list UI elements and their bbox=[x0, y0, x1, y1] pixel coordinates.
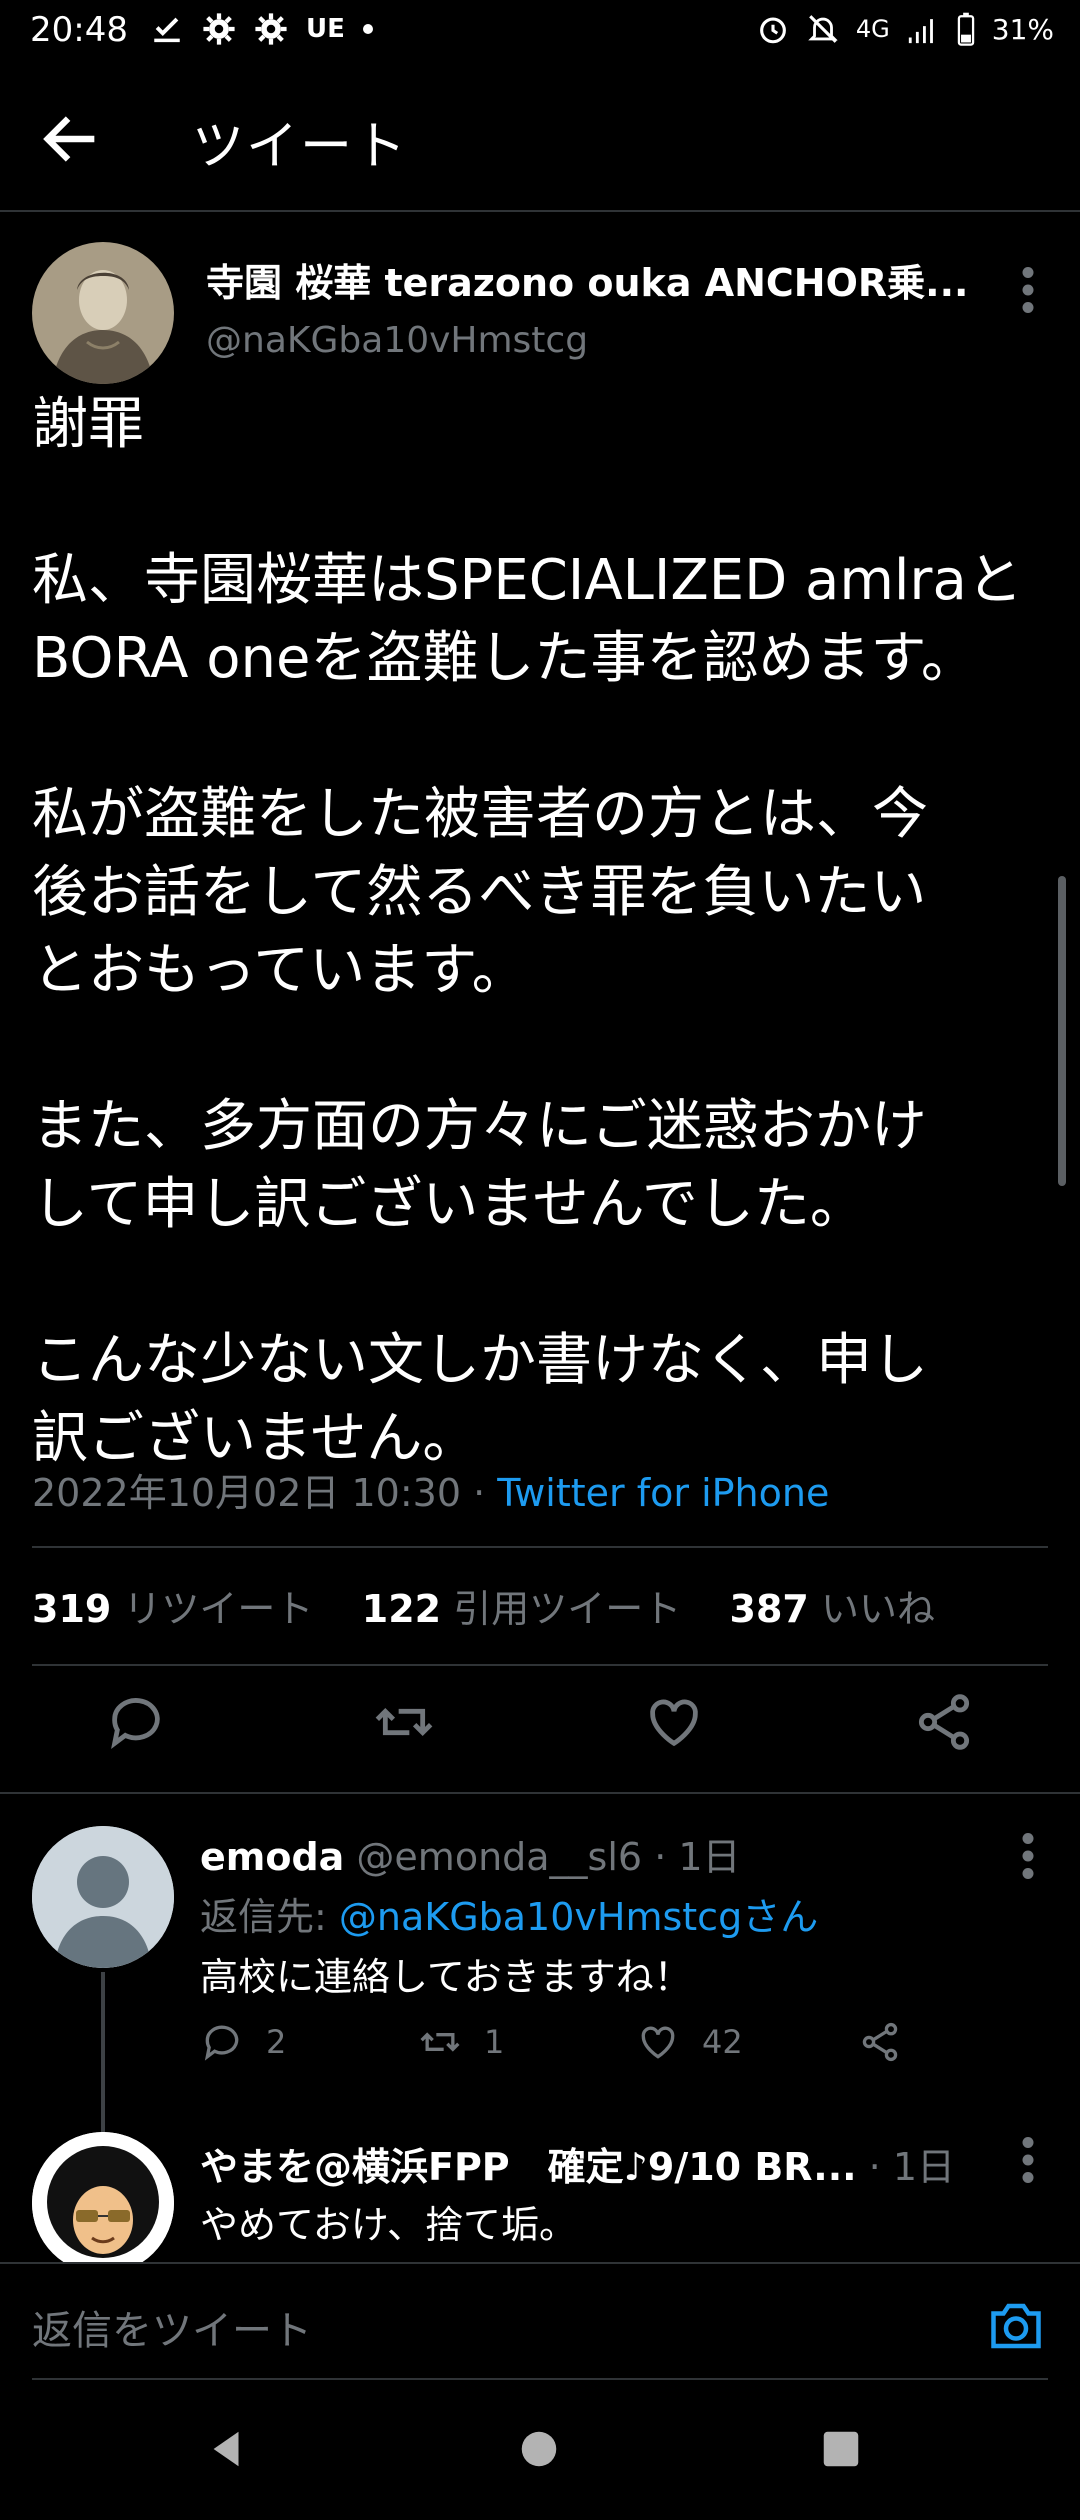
retweet-label: リツイート bbox=[123, 1587, 314, 1631]
reply-to-link[interactable]: @naKGba10vHmstcgさん bbox=[339, 1895, 818, 1939]
app-header: ツイート bbox=[0, 66, 1080, 212]
reply-composer: 返信をツイート bbox=[0, 2262, 1080, 2384]
check-icon bbox=[154, 17, 180, 43]
tweet-meta: 2022年10月02日 10:30 · Twitter for iPhone bbox=[32, 1462, 829, 1517]
nav-back-icon[interactable] bbox=[204, 2426, 250, 2472]
status-bar: 20:48 UE 4G 31% bbox=[0, 0, 1080, 66]
gear-icon bbox=[203, 13, 235, 45]
meta-separator: · bbox=[473, 1471, 486, 1515]
reply-icon[interactable] bbox=[104, 1690, 168, 1754]
more-options-icon[interactable] bbox=[1010, 260, 1046, 320]
share-icon[interactable] bbox=[912, 1690, 976, 1754]
reply-share-action[interactable] bbox=[858, 2020, 902, 2064]
reply-to-line: 返信先: @naKGba10vHmstcgさん bbox=[200, 1886, 818, 1941]
divider bbox=[0, 1792, 1080, 1794]
author-avatar[interactable] bbox=[32, 242, 174, 384]
share-icon[interactable] bbox=[858, 2020, 902, 2064]
like-icon[interactable] bbox=[636, 2020, 680, 2064]
reply-actions: 2 1 42 bbox=[200, 2020, 960, 2076]
carrier-text: UE bbox=[306, 14, 345, 44]
tweet-actions bbox=[0, 1690, 1080, 1780]
reply-to-label: 返信先: bbox=[200, 1895, 327, 1939]
reply-input[interactable]: 返信をツイート bbox=[32, 2298, 312, 2356]
quote-label: 引用ツイート bbox=[453, 1587, 682, 1631]
reply-text: 高校に連絡しておきますね！ bbox=[200, 1955, 692, 1999]
thread-line bbox=[101, 1972, 105, 2134]
divider bbox=[32, 1546, 1048, 1548]
like-stat[interactable]: 387 いいね bbox=[730, 1587, 935, 1631]
like-count: 387 bbox=[729, 1587, 809, 1631]
status-time: 20:48 bbox=[30, 10, 128, 50]
network-label: 4G bbox=[855, 15, 890, 43]
quote-count: 122 bbox=[361, 1587, 442, 1631]
author-name[interactable]: 寺園 桜華 terazono ouka ANCHOR乗... bbox=[206, 252, 966, 307]
reply-time: · 1日 bbox=[868, 2145, 956, 2189]
reply-reply-count: 2 bbox=[266, 2023, 287, 2061]
status-right-icons: 4G 31% bbox=[756, 12, 1054, 46]
reply-author-handle[interactable]: @emonda__sl6 bbox=[356, 1835, 642, 1879]
reply-avatar[interactable] bbox=[32, 2132, 174, 2274]
more-options-icon[interactable] bbox=[1010, 1826, 1046, 1886]
status-left-icons: UE bbox=[150, 12, 373, 46]
reply-reply-action[interactable]: 2 bbox=[200, 2020, 286, 2064]
reply-avatar[interactable] bbox=[32, 1826, 174, 1968]
system-nav-bar bbox=[0, 2382, 1080, 2520]
reply-like-action[interactable]: 42 bbox=[636, 2020, 743, 2064]
like-label: いいね bbox=[820, 1587, 935, 1631]
dot-icon bbox=[362, 24, 373, 34]
gear-icon bbox=[255, 13, 287, 45]
more-options-icon[interactable] bbox=[1010, 2130, 1046, 2190]
battery-icon bbox=[957, 12, 974, 46]
battery-percent: 31% bbox=[991, 12, 1054, 46]
reply-text: やめておけ、捨て垢。 bbox=[200, 2203, 577, 2247]
retweet-icon[interactable] bbox=[418, 2020, 462, 2064]
reply-like-count: 42 bbox=[702, 2023, 743, 2061]
tweet-source-link[interactable]: Twitter for iPhone bbox=[497, 1471, 829, 1515]
reply-retweet-count: 1 bbox=[484, 2023, 505, 2061]
tweet-timestamp[interactable]: 2022年10月02日 10:30 bbox=[32, 1471, 461, 1515]
retweet-icon[interactable] bbox=[372, 1690, 436, 1754]
page-title: ツイート bbox=[192, 117, 409, 177]
author-handle[interactable]: @naKGba10vHmstcg bbox=[206, 320, 588, 361]
reply-header: emoda @emonda__sl6 · 1日 bbox=[200, 1826, 741, 1881]
camera-icon[interactable] bbox=[984, 2296, 1048, 2356]
quote-stat[interactable]: 122 引用ツイート bbox=[362, 1587, 681, 1631]
back-arrow-icon[interactable] bbox=[36, 104, 106, 174]
mute-bell-icon bbox=[808, 15, 838, 43]
nav-recents-icon[interactable] bbox=[818, 2426, 864, 2472]
reply-time: · 1日 bbox=[654, 1835, 741, 1879]
composer-underline bbox=[32, 2378, 1048, 2380]
tweet-stats: 319 リツイート 122 引用ツイート 387 いいね bbox=[32, 1578, 935, 1633]
signal-icon bbox=[908, 19, 933, 44]
reply-icon[interactable] bbox=[200, 2020, 244, 2064]
retweet-count: 319 bbox=[32, 1587, 112, 1631]
reply-header: やまを@横浜FPP 確定♪9/10 BR... · 1日 bbox=[200, 2136, 1000, 2191]
like-icon[interactable] bbox=[642, 1690, 706, 1754]
scrollbar[interactable] bbox=[1058, 876, 1066, 1186]
tweet-text: 謝罪 私、寺園桜華はSPECIALIZED amlraと BORA oneを盗難… bbox=[32, 392, 1023, 1471]
divider bbox=[32, 1664, 1048, 1666]
reply-author-name[interactable]: やまを@横浜FPP 確定♪9/10 BR... bbox=[200, 2145, 857, 2189]
retweet-stat[interactable]: 319 リツイート bbox=[32, 1587, 313, 1631]
nav-home-icon[interactable] bbox=[516, 2426, 562, 2472]
alarm-icon bbox=[759, 17, 786, 44]
reply-retweet-action[interactable]: 1 bbox=[418, 2020, 504, 2064]
reply-author-name[interactable]: emoda bbox=[200, 1835, 344, 1879]
